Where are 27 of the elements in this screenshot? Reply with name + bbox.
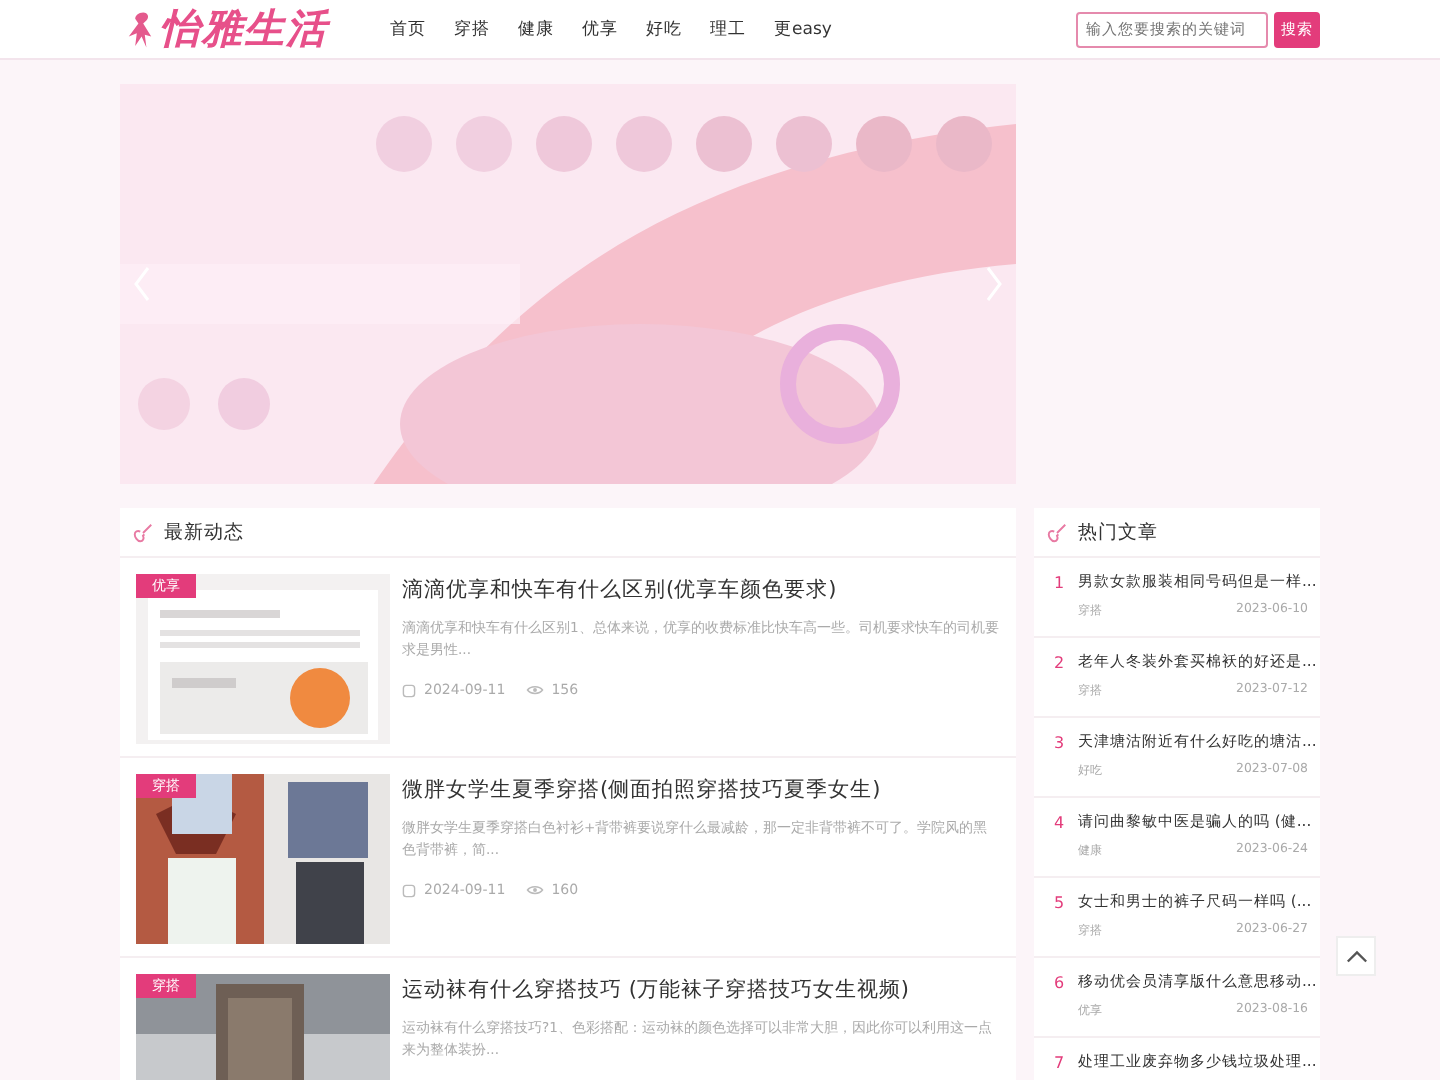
section-title: 热门文章 bbox=[1078, 519, 1158, 545]
logo-text: 怡雅生活 bbox=[160, 2, 328, 56]
guitar-icon bbox=[132, 521, 154, 543]
eye-icon bbox=[525, 684, 544, 696]
section-title: 最新动态 bbox=[164, 519, 244, 545]
rank-number: 5 bbox=[1054, 893, 1062, 911]
site-logo[interactable]: 怡雅生活 bbox=[124, 2, 356, 56]
back-to-top-button[interactable] bbox=[1336, 936, 1376, 976]
nav-link[interactable]: 穿搭 bbox=[440, 0, 504, 59]
eye-icon bbox=[525, 884, 544, 896]
chevron-up-icon bbox=[1345, 948, 1367, 964]
nav-link[interactable]: 更easy bbox=[760, 0, 846, 59]
nav-link[interactable]: 首页 bbox=[376, 0, 440, 59]
rank-number: 6 bbox=[1054, 973, 1062, 991]
nav-link[interactable]: 优享 bbox=[568, 0, 632, 59]
nav-link[interactable]: 好吃 bbox=[632, 0, 696, 59]
guitar-icon bbox=[1046, 521, 1068, 543]
nav-link[interactable]: 健康 bbox=[504, 0, 568, 59]
rank-number: 1 bbox=[1054, 573, 1062, 591]
rank-number: 2 bbox=[1054, 653, 1062, 671]
article-title-link[interactable]: 微胖女学生夏季穿搭(侧面拍照穿搭技巧夏季女生) bbox=[402, 776, 1000, 804]
article-title-link[interactable]: 滴滴优享和快车有什么区别(优享车颜色要求) bbox=[402, 576, 1000, 604]
article-title-link[interactable]: 运动袜有什么穿搭技巧 (万能袜子穿搭技巧女生视频) bbox=[402, 976, 1000, 1004]
rank-number: 3 bbox=[1054, 733, 1062, 751]
rank-number: 4 bbox=[1054, 813, 1062, 831]
rank-number: 7 bbox=[1054, 1053, 1062, 1071]
nav-link[interactable]: 理工 bbox=[696, 0, 760, 59]
